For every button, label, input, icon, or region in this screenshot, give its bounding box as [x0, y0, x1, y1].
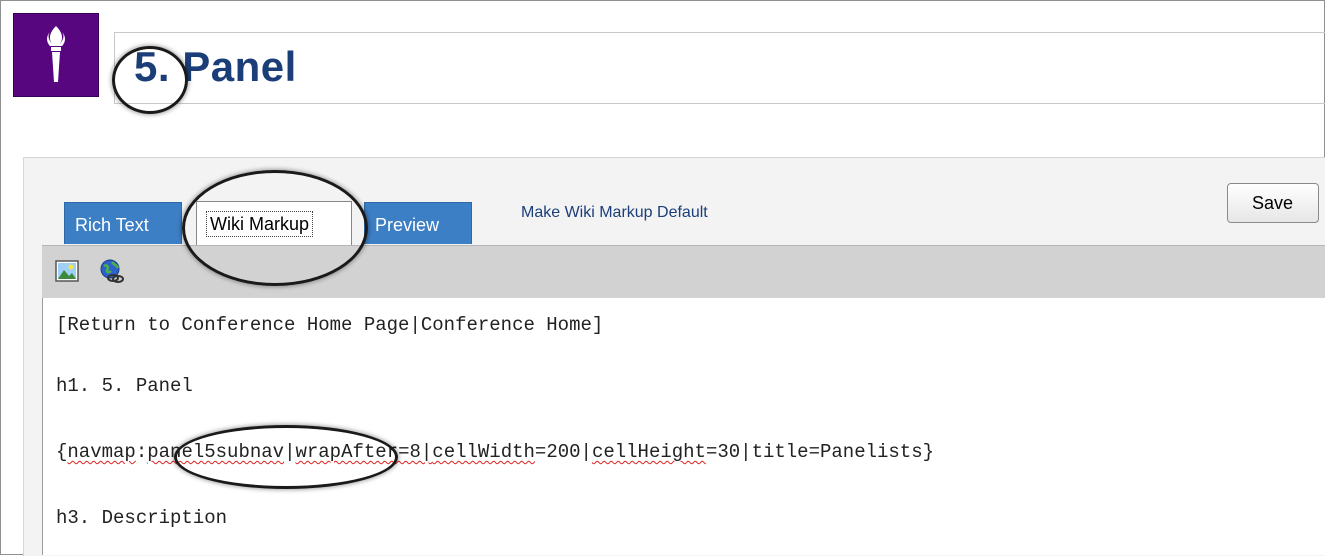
make-wiki-markup-default-link[interactable]: Make Wiki Markup Default	[521, 204, 708, 222]
annotation-circle-param	[174, 425, 398, 489]
nyu-torch-logo	[13, 13, 99, 97]
annotation-circle-wiki-tab	[182, 170, 368, 286]
insert-link-icon[interactable]	[98, 258, 124, 284]
tab-rich-text[interactable]: Rich Text	[64, 202, 182, 244]
navmap-rest: =30|title=Panelists}	[705, 441, 935, 463]
annotation-circle-number	[112, 46, 188, 114]
navmap-cellwidth-value: =200|	[534, 441, 592, 463]
save-button[interactable]: Save	[1227, 183, 1319, 223]
wiki-markup-textarea[interactable]	[42, 298, 1325, 555]
navmap-cellwidth-key: cellWidth	[432, 441, 535, 463]
page-title-text: Panel	[182, 43, 297, 90]
navmap-open-brace: {	[56, 441, 68, 463]
torch-icon	[47, 26, 65, 82]
navmap-macro: navmap	[67, 441, 136, 463]
markup-line-description: h3. Description	[56, 507, 228, 529]
insert-image-icon[interactable]	[54, 258, 80, 284]
tab-rich-text-label: Rich Text	[75, 215, 149, 235]
markup-line-heading: h1. 5. Panel	[56, 375, 193, 397]
navmap-cellheight-key: cellHeight	[591, 441, 706, 463]
markup-line-return-link: [Return to Conference Home Page|Conferen…	[56, 314, 604, 336]
navmap-sep-colon: :	[135, 441, 148, 463]
tab-preview[interactable]: Preview	[364, 202, 472, 244]
tab-preview-label: Preview	[375, 215, 440, 235]
